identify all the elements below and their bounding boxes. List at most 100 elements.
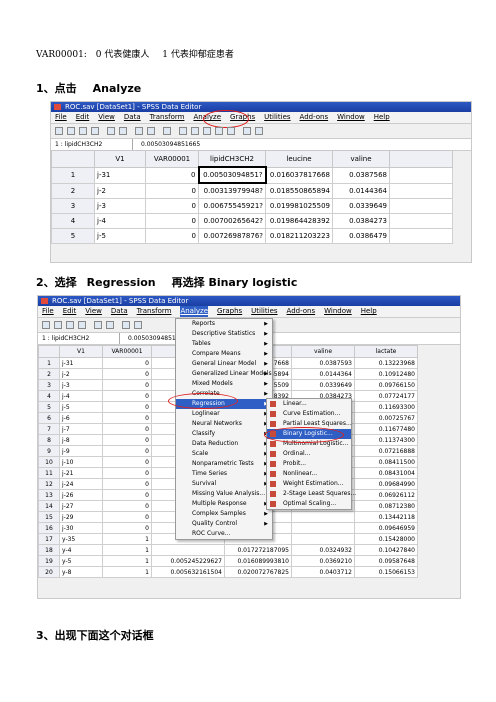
cell[interactable]: 0 xyxy=(102,511,152,523)
cell[interactable]: 0 xyxy=(102,500,152,512)
cell[interactable] xyxy=(151,544,225,556)
cell[interactable]: j-9 xyxy=(59,445,103,457)
regression-menu-item[interactable]: 2-Stage Least Squares... xyxy=(267,489,356,499)
menu-addons[interactable]: Add-ons xyxy=(300,112,329,123)
cell[interactable]: j-4 xyxy=(59,390,103,402)
cell[interactable]: 0 xyxy=(102,390,152,402)
cell[interactable]: 0.08431004 xyxy=(354,467,418,479)
redo-icon[interactable] xyxy=(119,127,127,135)
cell[interactable]: 0.11693300 xyxy=(354,401,418,413)
menu-utilities[interactable]: Utilities xyxy=(264,112,290,123)
analyze-menu-item[interactable]: ROC Curve... xyxy=(176,529,272,539)
cell[interactable]: 0 xyxy=(102,467,152,479)
analyze-menu-item[interactable]: Descriptive Statistics ▶ xyxy=(176,329,272,339)
analyze-menu-item[interactable]: Scale▶ xyxy=(176,449,272,459)
cell[interactable] xyxy=(389,182,453,199)
analyze-menu-item[interactable]: Generalized Linear Models ▶ xyxy=(176,369,272,379)
row-number[interactable]: 16 xyxy=(38,522,60,534)
regression-menu-item[interactable]: Nonlinear... xyxy=(267,469,351,479)
cell[interactable]: j-5 xyxy=(59,401,103,413)
menu-data[interactable]: Data xyxy=(124,112,141,123)
cell[interactable]: 0.0369210 xyxy=(291,555,355,567)
row-number[interactable]: 5 xyxy=(51,228,95,244)
row-number[interactable]: 19 xyxy=(38,555,60,567)
row-number[interactable]: 3 xyxy=(51,198,95,214)
menu-analyze[interactable]: Analyze xyxy=(180,306,209,317)
cell[interactable]: 0.018550865894 xyxy=(265,182,333,199)
print-icon[interactable] xyxy=(79,127,87,135)
cell[interactable]: 0.0339649 xyxy=(332,198,390,214)
cell[interactable]: j-6 xyxy=(59,412,103,424)
cell[interactable]: 0.00726987876? xyxy=(198,228,266,244)
menu-graphs[interactable]: Graphs xyxy=(217,306,242,317)
cell[interactable]: j-3 xyxy=(94,198,146,214)
row-number[interactable]: 2 xyxy=(51,182,95,199)
cell[interactable]: 0 xyxy=(102,423,152,435)
analyze-menu-item[interactable]: Neural Networks▶ xyxy=(176,419,272,429)
cell[interactable]: j-30 xyxy=(59,522,103,534)
cell[interactable]: j-5 xyxy=(94,228,146,244)
row-number[interactable]: 12 xyxy=(38,478,60,490)
analyze-menu-item[interactable]: Complex Samples ▶ xyxy=(176,509,272,519)
cell[interactable] xyxy=(389,213,453,229)
row-number[interactable]: 15 xyxy=(38,511,60,523)
menu-utilities[interactable]: Utilities xyxy=(251,306,277,317)
menu-view[interactable]: View xyxy=(85,306,102,317)
cell[interactable]: 0 xyxy=(145,198,199,214)
cell[interactable]: 0.020072767825 xyxy=(224,566,292,578)
cell[interactable]: j-2 xyxy=(59,368,103,380)
regression-menu-item[interactable]: Curve Estimation... xyxy=(267,409,351,419)
cell[interactable]: j-3 xyxy=(59,379,103,391)
cell[interactable]: 0 xyxy=(145,166,199,184)
cell[interactable]: j-31 xyxy=(94,166,146,184)
cell[interactable]: 0.07216888 xyxy=(354,445,418,457)
cell[interactable]: 0.019981025509 xyxy=(265,198,333,214)
cell[interactable]: 0.08712380 xyxy=(354,500,418,512)
menu-transform[interactable]: Transform xyxy=(137,306,172,317)
cell[interactable]: 0.00700265642? xyxy=(198,213,266,229)
undo-icon[interactable] xyxy=(94,321,102,329)
cell[interactable]: 0 xyxy=(145,182,199,199)
cell[interactable] xyxy=(389,166,453,184)
cell[interactable]: 0 xyxy=(102,478,152,490)
cell[interactable]: 0.00725767 xyxy=(354,412,418,424)
cell[interactable]: y-8 xyxy=(59,566,103,578)
cell[interactable]: 0.0387568 xyxy=(332,166,390,184)
menu-help[interactable]: Help xyxy=(361,306,377,317)
save-icon[interactable] xyxy=(67,127,75,135)
row-number[interactable]: 7 xyxy=(38,423,60,435)
weight-cases-icon[interactable] xyxy=(215,127,223,135)
cell[interactable]: 0 xyxy=(145,213,199,229)
cell[interactable]: 0.10912480 xyxy=(354,368,418,380)
row-number[interactable]: 20 xyxy=(38,566,60,578)
cell[interactable]: 0.00313979948? xyxy=(198,182,266,199)
cell[interactable]: 0.13442118 xyxy=(354,511,418,523)
row-number[interactable]: 4 xyxy=(51,213,95,229)
cell[interactable]: 0.005632161504 xyxy=(151,566,225,578)
active-cell[interactable]: 0.00503094851? xyxy=(197,166,267,184)
dialog-recall-icon[interactable] xyxy=(91,127,99,135)
row-number[interactable]: 1 xyxy=(51,166,95,184)
menu-help[interactable]: Help xyxy=(374,112,390,123)
cell[interactable]: j-8 xyxy=(59,434,103,446)
cell[interactable] xyxy=(389,198,453,214)
col-header[interactable]: leucine xyxy=(265,150,333,168)
cell[interactable]: j-27 xyxy=(59,500,103,512)
cell[interactable]: j-4 xyxy=(94,213,146,229)
cell[interactable]: 0.0324932 xyxy=(291,544,355,556)
row-number[interactable]: 3 xyxy=(38,379,60,391)
cell[interactable]: 1 xyxy=(102,544,152,556)
menu-window[interactable]: Window xyxy=(337,112,365,123)
cell[interactable]: j-7 xyxy=(59,423,103,435)
menu-addons[interactable]: Add-ons xyxy=(287,306,316,317)
cell[interactable]: 0.0144364 xyxy=(291,368,355,380)
cell[interactable] xyxy=(291,533,355,545)
cell[interactable]: 0.017272187095 xyxy=(224,544,292,556)
row-number[interactable]: 10 xyxy=(38,456,60,468)
row-number[interactable]: 1 xyxy=(38,357,60,369)
row-number[interactable]: 2 xyxy=(38,368,60,380)
cell[interactable]: y-5 xyxy=(59,555,103,567)
cell[interactable]: 0.09684990 xyxy=(354,478,418,490)
menu-file[interactable]: File xyxy=(55,112,67,123)
cell[interactable]: y-4 xyxy=(59,544,103,556)
